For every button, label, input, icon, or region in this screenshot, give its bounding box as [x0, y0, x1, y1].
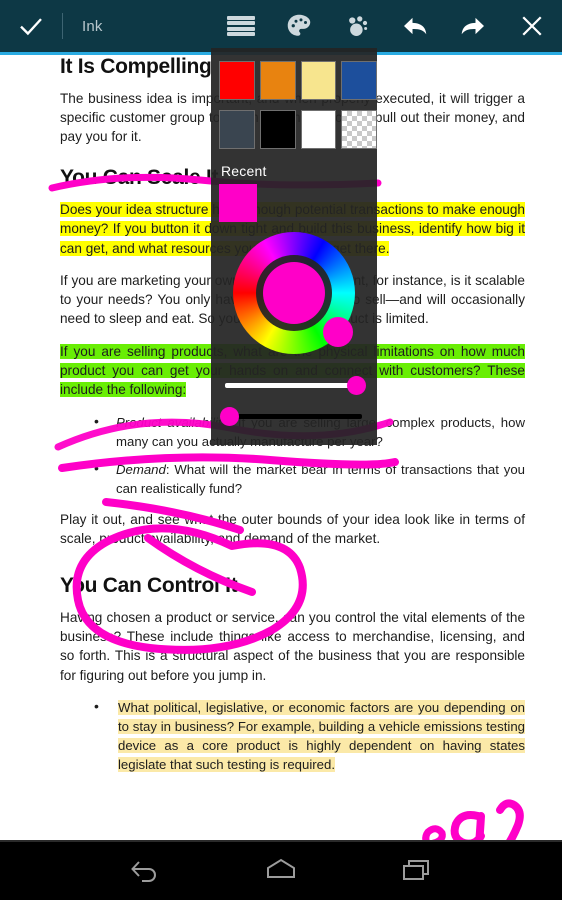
mode-title: Ink — [82, 17, 103, 35]
list-item: What political, legislative, or economic… — [60, 697, 525, 774]
brightness-slider[interactable] — [211, 370, 377, 401]
swatch-transparent[interactable] — [341, 110, 377, 149]
swatch-blue[interactable] — [341, 61, 377, 100]
list-item: Demand: What will the market bear in ter… — [60, 459, 525, 498]
swatch-white[interactable] — [300, 110, 337, 149]
swatch-orange[interactable] — [259, 61, 296, 100]
palette-icon — [287, 14, 311, 36]
redo-button[interactable] — [444, 0, 502, 52]
nav-back-button[interactable] — [117, 845, 173, 895]
opacity-slider[interactable] — [211, 401, 377, 432]
close-button[interactable] — [502, 0, 562, 52]
app-root: Ink It Is Compelling The business idea i… — [0, 0, 562, 900]
color-picker-panel[interactable]: Recent — [211, 48, 377, 445]
undo-icon — [404, 17, 427, 35]
recents-icon — [403, 860, 429, 880]
opacity-track — [225, 414, 362, 419]
confirm-button[interactable] — [0, 0, 62, 52]
thickness-button[interactable] — [212, 0, 270, 52]
brightness-handle[interactable] — [347, 376, 366, 395]
color-wheel-handle[interactable] — [323, 317, 353, 347]
heading-you-can-control-it: You Can Control It — [60, 574, 238, 598]
redo-icon — [461, 17, 484, 35]
swatch-black[interactable] — [259, 110, 296, 149]
swatch-pale-yellow[interactable] — [300, 61, 337, 100]
brush-icon — [349, 16, 368, 36]
bullet-lead-demand: Demand — [116, 461, 166, 477]
bullet-list-political: What political, legislative, or economic… — [60, 697, 525, 774]
home-icon — [267, 858, 295, 878]
top-toolbar: Ink — [0, 0, 562, 52]
brightness-track — [225, 383, 362, 388]
undo-button[interactable] — [386, 0, 444, 52]
color-wheel-container[interactable] — [211, 222, 377, 370]
navbar-items — [0, 840, 562, 900]
paragraph-play-it-out: Play it out, and see what the outer boun… — [60, 511, 525, 546]
close-icon — [522, 16, 542, 36]
paragraph-control: Having chosen a product or service, can … — [60, 609, 525, 683]
swatch-red[interactable] — [219, 61, 255, 100]
palette-button[interactable] — [270, 0, 328, 52]
thickness-icon — [227, 16, 255, 36]
highlight-cream-political: What political, legislative, or economic… — [118, 699, 525, 772]
swatch-row-neutral — [211, 100, 377, 149]
toolbar-divider — [62, 13, 63, 39]
recent-swatch-row — [211, 184, 377, 222]
navbar-divider — [0, 840, 562, 842]
recent-section-label: Recent — [221, 163, 267, 179]
nav-recents-button[interactable] — [389, 845, 445, 895]
swatch-slate[interactable] — [219, 110, 255, 149]
back-icon — [131, 861, 156, 882]
opacity-handle[interactable] — [220, 407, 239, 426]
bullet-text-demand: : What will the market bear in terms of … — [116, 461, 525, 496]
android-navigation-bar — [0, 840, 562, 900]
check-icon — [20, 18, 42, 36]
brush-button[interactable] — [328, 0, 386, 52]
swatch-row-primary — [211, 48, 377, 100]
nav-home-button[interactable] — [253, 845, 309, 895]
color-preview-swatch — [263, 262, 325, 324]
swatch-recent-magenta[interactable] — [219, 184, 257, 222]
